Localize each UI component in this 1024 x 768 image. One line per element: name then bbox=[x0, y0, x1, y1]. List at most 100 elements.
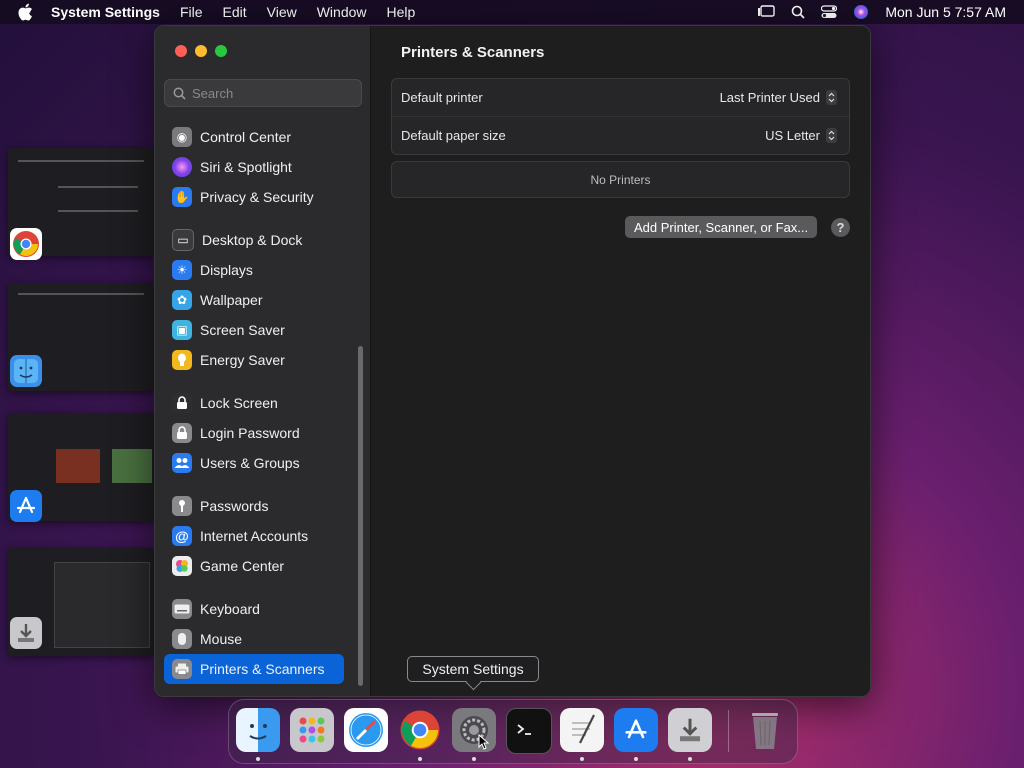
stage-manager-icon[interactable] bbox=[757, 5, 776, 19]
no-printers-text: No Printers bbox=[590, 172, 651, 187]
menu-file[interactable]: File bbox=[180, 4, 203, 20]
sidebar-item-mouse[interactable]: Mouse bbox=[164, 624, 344, 654]
sidebar-item-energy-saver[interactable]: Energy Saver bbox=[164, 345, 344, 375]
paper-size-value: US Letter bbox=[765, 128, 820, 143]
sidebar-item-label: Internet Accounts bbox=[200, 528, 309, 544]
screen-saver-icon: ▣ bbox=[172, 320, 192, 340]
sidebar-item-label: Lock Screen bbox=[200, 395, 278, 411]
running-indicator bbox=[472, 757, 476, 761]
at-icon: @ bbox=[172, 526, 192, 546]
app-store-icon[interactable] bbox=[10, 490, 42, 522]
paper-size-popup[interactable]: US Letter bbox=[765, 128, 837, 143]
launchpad-icon[interactable] bbox=[290, 708, 334, 752]
sidebar-item-wallpaper[interactable]: ✿ Wallpaper bbox=[164, 285, 344, 315]
menu-window[interactable]: Window bbox=[317, 4, 367, 20]
installer-icon[interactable] bbox=[10, 617, 42, 649]
sidebar-item-internet-accounts[interactable]: @ Internet Accounts bbox=[164, 521, 344, 551]
hand-icon: ✋ bbox=[172, 187, 192, 207]
trash-icon[interactable] bbox=[743, 708, 787, 752]
sidebar-item-passwords[interactable]: Passwords bbox=[164, 491, 344, 521]
sidebar-item-login-password[interactable]: Login Password bbox=[164, 418, 344, 448]
game-center-icon bbox=[172, 556, 192, 576]
sidebar-item-displays[interactable]: ☀ Displays bbox=[164, 255, 344, 285]
sidebar-item-label: Screen Saver bbox=[200, 322, 285, 338]
safari-icon[interactable] bbox=[344, 708, 388, 752]
finder-icon[interactable] bbox=[236, 708, 280, 752]
sidebar-item-label: Printers & Scanners bbox=[200, 661, 325, 677]
zoom-button[interactable] bbox=[215, 45, 227, 57]
sidebar-item-label: Passwords bbox=[200, 498, 269, 514]
chevron-up-down-icon bbox=[826, 128, 837, 143]
running-indicator bbox=[634, 757, 638, 761]
menu-edit[interactable]: Edit bbox=[223, 4, 247, 20]
menu-bar: System Settings File Edit View Window He… bbox=[0, 0, 1024, 24]
sidebar-item-printers-scanners[interactable]: Printers & Scanners bbox=[164, 654, 344, 684]
wallpaper-icon: ✿ bbox=[172, 290, 192, 310]
help-button[interactable]: ? bbox=[831, 218, 850, 237]
sidebar-item-label: Energy Saver bbox=[200, 352, 285, 368]
sidebar-item-privacy-security[interactable]: ✋ Privacy & Security bbox=[164, 182, 344, 212]
default-printer-row: Default printer Last Printer Used bbox=[392, 79, 849, 116]
close-button[interactable] bbox=[175, 45, 187, 57]
desktop-dock-icon: ▭ bbox=[172, 229, 194, 251]
window-controls bbox=[175, 45, 227, 57]
sidebar-item-game-center[interactable]: Game Center bbox=[164, 551, 344, 581]
running-indicator bbox=[256, 757, 260, 761]
sidebar-item-lock-screen[interactable]: Lock Screen bbox=[164, 388, 344, 418]
sidebar-item-screen-saver[interactable]: ▣ Screen Saver bbox=[164, 315, 344, 345]
sidebar-item-label: Game Center bbox=[200, 558, 285, 574]
displays-icon: ☀ bbox=[172, 260, 192, 280]
running-indicator bbox=[688, 757, 692, 761]
sidebar-item-label: Wallpaper bbox=[200, 292, 263, 308]
add-printer-button[interactable]: Add Printer, Scanner, or Fax... bbox=[625, 216, 818, 238]
chrome-icon[interactable] bbox=[398, 708, 442, 752]
sidebar-item-label: Control Center bbox=[200, 129, 292, 145]
content-pane: Printers & Scanners Default printer Last… bbox=[371, 26, 870, 696]
sidebar-item-label: Users & Groups bbox=[200, 455, 300, 471]
default-printer-popup[interactable]: Last Printer Used bbox=[720, 90, 837, 105]
spotlight-search-icon[interactable] bbox=[791, 5, 805, 19]
search-field[interactable]: Search bbox=[164, 79, 362, 107]
apple-menu-icon[interactable] bbox=[17, 3, 35, 21]
chrome-icon[interactable] bbox=[10, 228, 42, 260]
sidebar-item-keyboard[interactable]: Keyboard bbox=[164, 594, 344, 624]
running-indicator bbox=[580, 757, 584, 761]
dock bbox=[228, 699, 798, 764]
paper-size-row: Default paper size US Letter bbox=[392, 116, 849, 154]
system-settings-window: Search ◉ Control Center Siri & Spotlight… bbox=[154, 25, 871, 697]
downloads-icon[interactable] bbox=[668, 708, 712, 752]
sidebar-item-label: Keyboard bbox=[200, 601, 260, 617]
siri-icon[interactable] bbox=[853, 4, 869, 20]
sidebar-item-siri-spotlight[interactable]: Siri & Spotlight bbox=[164, 152, 344, 182]
siri-icon bbox=[172, 157, 192, 177]
page-title: Printers & Scanners bbox=[401, 44, 545, 61]
menu-app-name[interactable]: System Settings bbox=[51, 4, 160, 20]
paper-size-label: Default paper size bbox=[401, 128, 506, 143]
textedit-icon[interactable] bbox=[560, 708, 604, 752]
sidebar-item-users-groups[interactable]: Users & Groups bbox=[164, 448, 344, 478]
control-center-icon: ◉ bbox=[172, 127, 192, 147]
sidebar-item-label: Mouse bbox=[200, 631, 243, 647]
search-placeholder: Search bbox=[192, 85, 234, 101]
default-printer-value: Last Printer Used bbox=[719, 90, 820, 105]
app-store-icon[interactable] bbox=[614, 708, 658, 752]
lock-screen-icon bbox=[172, 393, 192, 413]
control-center-icon[interactable] bbox=[821, 5, 838, 19]
search-icon bbox=[173, 87, 186, 100]
mouse-icon bbox=[172, 629, 192, 649]
sidebar-item-label: Desktop & Dock bbox=[202, 232, 303, 248]
menu-view[interactable]: View bbox=[267, 4, 297, 20]
minimize-button[interactable] bbox=[195, 45, 207, 57]
menu-help[interactable]: Help bbox=[387, 4, 416, 20]
terminal-icon[interactable] bbox=[506, 708, 552, 754]
sidebar-scrollbar[interactable] bbox=[358, 346, 363, 686]
clock[interactable]: Mon Jun 5 7:57 AM bbox=[885, 4, 1006, 20]
login-password-icon bbox=[172, 423, 192, 443]
sidebar-item-control-center[interactable]: ◉ Control Center bbox=[164, 122, 344, 152]
defaults-group: Default printer Last Printer Used Defaul… bbox=[391, 78, 850, 155]
users-groups-icon bbox=[172, 453, 192, 473]
sidebar-item-label: Login Password bbox=[200, 425, 300, 441]
finder-icon[interactable] bbox=[10, 355, 42, 387]
sidebar-item-desktop-dock[interactable]: ▭ Desktop & Dock bbox=[164, 225, 344, 255]
printer-icon bbox=[172, 659, 192, 679]
